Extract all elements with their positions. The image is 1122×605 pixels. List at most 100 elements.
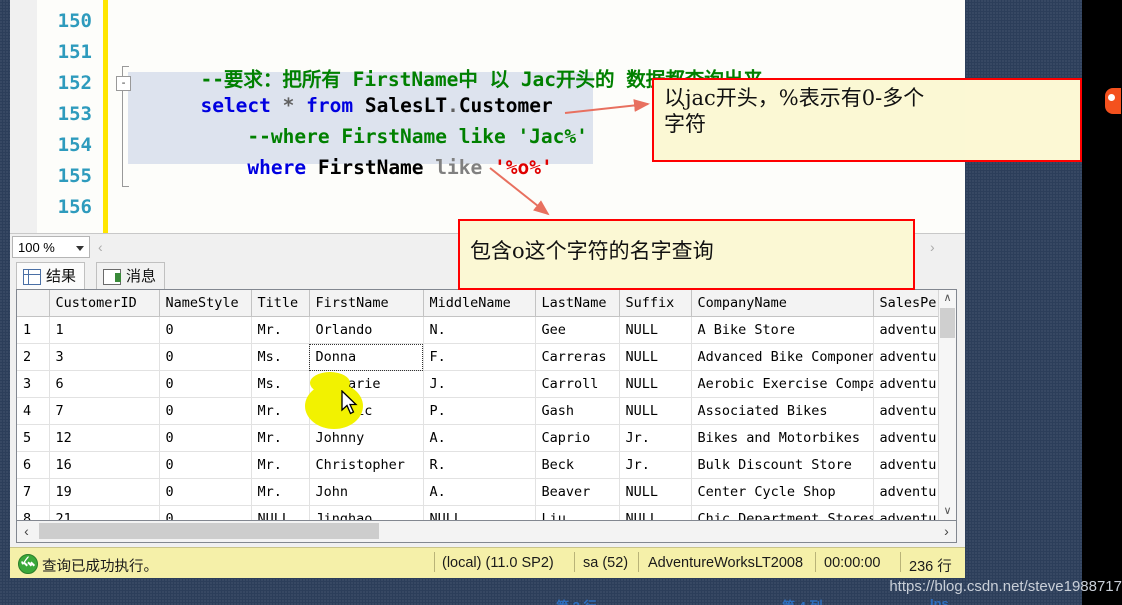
- grid-vertical-scrollbar[interactable]: ∧ ∨: [938, 290, 956, 520]
- cell-suffix[interactable]: Jr.: [619, 424, 692, 452]
- cell-companyname[interactable]: Bulk Discount Store: [691, 451, 874, 479]
- cell-firstname[interactable]: Jinghao: [309, 505, 424, 520]
- table-row[interactable]: 5 12 0 Mr. Johnny A. Caprio Jr. Bikes an…: [17, 424, 956, 452]
- cell-suffix[interactable]: NULL: [619, 343, 692, 371]
- cell-middlename[interactable]: R.: [423, 451, 536, 479]
- column-header-suffix[interactable]: Suffix: [619, 290, 692, 317]
- cell-customerid[interactable]: 19: [49, 478, 160, 506]
- column-header-middlename[interactable]: MiddleName: [423, 290, 536, 317]
- cell-suffix[interactable]: NULL: [619, 370, 692, 398]
- cell-companyname[interactable]: Associated Bikes: [691, 397, 874, 425]
- cell-rownum[interactable]: 1: [17, 316, 50, 344]
- table-row[interactable]: 2 3 0 Ms. Donna F. Carreras NULL Advance…: [17, 343, 956, 371]
- cell-title[interactable]: NULL: [251, 505, 310, 520]
- cell-suffix[interactable]: NULL: [619, 316, 692, 344]
- cell-namestyle[interactable]: 0: [159, 343, 252, 371]
- table-row[interactable]: 6 16 0 Mr. Christopher R. Beck Jr. Bulk …: [17, 451, 956, 479]
- cell-namestyle[interactable]: 0: [159, 370, 252, 398]
- cell-suffix[interactable]: NULL: [619, 397, 692, 425]
- cell-lastname[interactable]: Carroll: [535, 370, 620, 398]
- column-header-customerid[interactable]: CustomerID: [49, 290, 160, 317]
- cell-rownum[interactable]: 4: [17, 397, 50, 425]
- chevron-right-icon[interactable]: ›: [930, 239, 935, 255]
- cell-middlename[interactable]: A.: [423, 478, 536, 506]
- cell-firstname[interactable]: Christopher: [309, 451, 424, 479]
- column-header-companyname[interactable]: CompanyName: [691, 290, 874, 317]
- chevron-right-icon[interactable]: ›: [937, 521, 956, 541]
- table-row[interactable]: 7 19 0 Mr. John A. Beaver NULL Center Cy…: [17, 478, 956, 506]
- cell-companyname[interactable]: Center Cycle Shop: [691, 478, 874, 506]
- table-row[interactable]: 3 6 0 Ms. Rosmarie J. Carroll NULL Aerob…: [17, 370, 956, 398]
- cell-namestyle[interactable]: 0: [159, 505, 252, 520]
- cell-firstname[interactable]: Orlando: [309, 316, 424, 344]
- table-row[interactable]: 1 1 0 Mr. Orlando N. Gee NULL A Bike Sto…: [17, 316, 956, 344]
- cell-customerid[interactable]: 6: [49, 370, 160, 398]
- cell-title[interactable]: Ms.: [251, 343, 310, 371]
- cell-namestyle[interactable]: 0: [159, 316, 252, 344]
- cell-lastname[interactable]: Beaver: [535, 478, 620, 506]
- cell-rownum[interactable]: 2: [17, 343, 50, 371]
- chevron-down-icon[interactable]: [76, 246, 84, 251]
- cell-customerid[interactable]: 12: [49, 424, 160, 452]
- cell-firstname-selected[interactable]: Donna: [309, 343, 424, 371]
- cell-rownum[interactable]: 6: [17, 451, 50, 479]
- cell-rownum[interactable]: 8: [17, 505, 50, 520]
- chevron-down-icon[interactable]: ∨: [939, 503, 956, 520]
- cell-customerid[interactable]: 1: [49, 316, 160, 344]
- results-grid[interactable]: CustomerID NameStyle Title FirstName Mid…: [16, 289, 957, 521]
- chevron-up-icon[interactable]: ∧: [939, 290, 956, 307]
- cell-customerid[interactable]: 3: [49, 343, 160, 371]
- cell-namestyle[interactable]: 0: [159, 451, 252, 479]
- cell-middlename[interactable]: P.: [423, 397, 536, 425]
- tab-messages[interactable]: 消息: [96, 262, 166, 290]
- cell-companyname[interactable]: Advanced Bike Components: [691, 343, 874, 371]
- table-row[interactable]: 4 7 0 Mr. Dominic P. Gash NULL Associate…: [17, 397, 956, 425]
- cell-middlename[interactable]: N.: [423, 316, 536, 344]
- cell-firstname[interactable]: John: [309, 478, 424, 506]
- cell-middlename[interactable]: J.: [423, 370, 536, 398]
- cell-suffix[interactable]: NULL: [619, 505, 692, 520]
- cell-suffix[interactable]: NULL: [619, 478, 692, 506]
- column-header-rownum[interactable]: [17, 290, 50, 317]
- cell-title[interactable]: Ms.: [251, 370, 310, 398]
- cell-suffix[interactable]: Jr.: [619, 451, 692, 479]
- chevron-left-icon[interactable]: ‹: [98, 239, 103, 255]
- cell-lastname[interactable]: Beck: [535, 451, 620, 479]
- grid-horizontal-scrollbar[interactable]: ‹ ›: [16, 521, 957, 543]
- zoom-level-dropdown[interactable]: 100 %: [12, 236, 90, 258]
- cell-lastname[interactable]: Carreras: [535, 343, 620, 371]
- column-header-namestyle[interactable]: NameStyle: [159, 290, 252, 317]
- cell-companyname[interactable]: A Bike Store: [691, 316, 874, 344]
- column-header-firstname[interactable]: FirstName: [309, 290, 424, 317]
- cell-companyname[interactable]: Bikes and Motorbikes: [691, 424, 874, 452]
- cell-lastname[interactable]: Liu: [535, 505, 620, 520]
- cell-namestyle[interactable]: 0: [159, 424, 252, 452]
- map-pin-icon[interactable]: [1105, 88, 1121, 114]
- cell-companyname[interactable]: Aerobic Exercise Company: [691, 370, 874, 398]
- tab-results[interactable]: 结果: [16, 262, 86, 290]
- cell-rownum[interactable]: 5: [17, 424, 50, 452]
- cell-customerid[interactable]: 21: [49, 505, 160, 520]
- cell-lastname[interactable]: Gee: [535, 316, 620, 344]
- cell-title[interactable]: Mr.: [251, 316, 310, 344]
- scrollbar-thumb[interactable]: [39, 523, 379, 539]
- cell-namestyle[interactable]: 0: [159, 478, 252, 506]
- cell-companyname[interactable]: Chic Department Stores: [691, 505, 874, 520]
- cell-middlename[interactable]: NULL: [423, 505, 536, 520]
- cell-rownum[interactable]: 3: [17, 370, 50, 398]
- scrollbar-thumb[interactable]: [940, 308, 955, 338]
- cell-namestyle[interactable]: 0: [159, 397, 252, 425]
- chevron-left-icon[interactable]: ‹: [17, 521, 36, 541]
- code-fold-collapse-icon[interactable]: -: [116, 76, 131, 91]
- cell-middlename[interactable]: F.: [423, 343, 536, 371]
- table-row[interactable]: 8 21 0 NULL Jinghao NULL Liu NULL Chic D…: [17, 505, 956, 520]
- cell-customerid[interactable]: 16: [49, 451, 160, 479]
- cell-lastname[interactable]: Gash: [535, 397, 620, 425]
- column-header-lastname[interactable]: LastName: [535, 290, 620, 317]
- cell-title[interactable]: Mr.: [251, 424, 310, 452]
- cell-firstname[interactable]: Johnny: [309, 424, 424, 452]
- cell-customerid[interactable]: 7: [49, 397, 160, 425]
- column-header-title[interactable]: Title: [251, 290, 310, 317]
- cell-lastname[interactable]: Caprio: [535, 424, 620, 452]
- cell-title[interactable]: Mr.: [251, 478, 310, 506]
